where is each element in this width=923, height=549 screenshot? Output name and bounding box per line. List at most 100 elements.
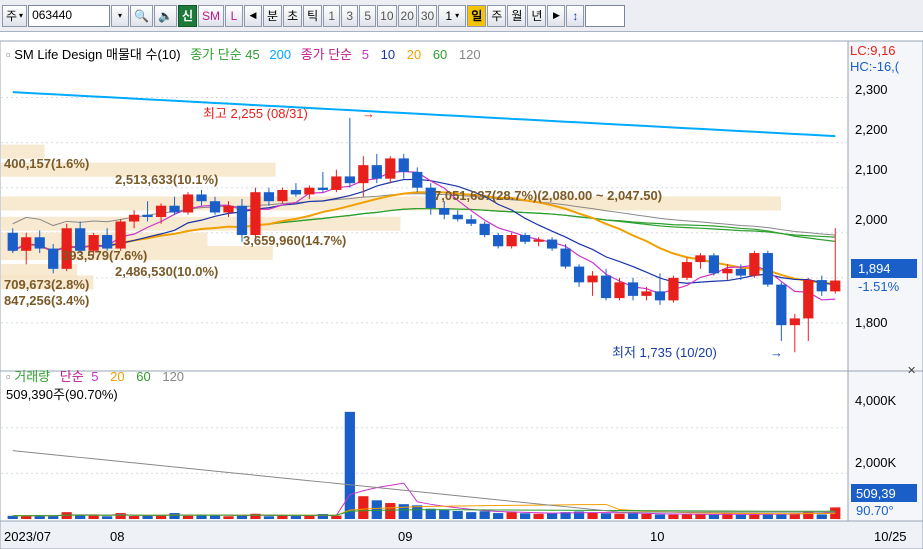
sound-button[interactable]: 🔈	[154, 4, 177, 27]
code-dropdown-button[interactable]: ▾	[111, 4, 130, 27]
volume-bar	[398, 504, 409, 519]
candle-body	[358, 165, 369, 184]
sm-button[interactable]: SM	[198, 4, 225, 27]
price-legend: ▫ SM Life Design 매물대 수(10) 종가 단순 45 200 …	[6, 47, 481, 62]
volume-bar	[816, 514, 827, 519]
extra-input[interactable]	[585, 4, 626, 27]
volume-bar	[425, 508, 436, 519]
search-icon: 🔍	[134, 8, 150, 23]
legend-ma45: 종가 단순 45	[190, 47, 260, 62]
vol-y-tick: 2,000K	[855, 455, 897, 470]
volume-bar	[735, 514, 746, 519]
candle-body	[789, 318, 800, 326]
candle-body	[816, 280, 827, 292]
stock-chart[interactable]: ▫ SM Life Design 매물대 수(10) 종가 단순 45 200 …	[0, 33, 923, 549]
current-volume: 509,39	[856, 486, 896, 501]
candle-body	[398, 158, 409, 172]
vp-label: 2,513,633(10.1%)	[115, 172, 218, 187]
search-button[interactable]: 🔍	[130, 4, 154, 27]
year-button[interactable]: 년	[527, 4, 547, 27]
volume-bar	[546, 513, 558, 519]
candle-body	[749, 253, 760, 276]
volume-bar	[48, 516, 59, 519]
candle-body	[34, 237, 45, 249]
candle-body	[735, 268, 746, 276]
volume-bar	[439, 509, 450, 519]
y-tick: 2,000	[855, 212, 888, 227]
volume-bar	[506, 512, 517, 519]
l-button[interactable]: L	[225, 4, 244, 27]
interval-30-button[interactable]: 30	[417, 4, 438, 27]
period-label: 주	[6, 9, 18, 23]
vp-label: 709,673(2.8%)	[4, 277, 89, 292]
stock-code-input[interactable]: 063440	[28, 4, 111, 27]
corner-lc: LC:9,16	[850, 43, 896, 58]
close-panel-icon[interactable]: ✕	[907, 365, 916, 377]
candle-body	[614, 282, 625, 299]
candle-body	[573, 266, 585, 283]
candle-body	[560, 248, 571, 267]
next-button[interactable]: ▶	[547, 4, 566, 27]
interval-10-button[interactable]: 10	[377, 4, 397, 27]
candle-body	[371, 165, 382, 179]
candle-body	[209, 201, 221, 213]
legend-ma200: 200	[269, 47, 291, 62]
candle-body	[412, 171, 423, 188]
legend-vol-ma-label: 단순	[60, 369, 84, 384]
volume-bar	[371, 500, 382, 519]
updown-arrow-icon: ↕	[572, 8, 579, 23]
candle-body	[439, 207, 450, 215]
legend-ma5: 5	[362, 47, 369, 62]
legend-square-icon: ▫	[6, 369, 14, 384]
candle-body	[250, 192, 261, 236]
period-select[interactable]: 주 ▾	[2, 4, 28, 27]
count-select[interactable]: 1 ▾	[438, 4, 467, 27]
volume-bar	[169, 513, 180, 519]
candle-body	[546, 239, 558, 249]
legend-ma-label: 종가 단순	[301, 47, 352, 62]
volume-bar	[223, 516, 234, 519]
current-price: 1,894	[858, 261, 891, 276]
y-tick: 2,300	[855, 82, 888, 97]
week-button[interactable]: 주	[487, 4, 507, 27]
updown-button[interactable]: ↕	[566, 4, 585, 27]
volume-bar	[331, 515, 342, 519]
interval-1-button[interactable]: 1	[323, 4, 341, 27]
tick-button[interactable]: 틱	[303, 4, 323, 27]
day-button[interactable]: 일	[467, 4, 487, 27]
vol-y-tick: 4,000K	[855, 393, 897, 408]
volume-bar	[668, 514, 679, 519]
legend-volume: 거래량	[14, 369, 50, 384]
candle-body	[331, 176, 342, 190]
current-volume-pct: 90.70°	[856, 503, 894, 518]
sin-button[interactable]: 신	[177, 4, 198, 27]
candle-body	[236, 205, 248, 236]
chevron-down-icon: ▾	[455, 11, 460, 20]
interval-20-button[interactable]: 20	[397, 4, 417, 27]
interval-3-button[interactable]: 3	[341, 4, 359, 27]
candle-body	[654, 291, 666, 301]
candle-body	[708, 255, 720, 274]
vp-label: 400,157(1.6%)	[4, 156, 89, 171]
minute-button[interactable]: 분	[263, 4, 283, 27]
candle-body	[600, 275, 612, 299]
toolbar: 주 ▾ 063440 ▾ 🔍 🔈 신 SM L ◀ 분 초 틱 1 3 5 10 …	[0, 0, 923, 32]
month-button[interactable]: 월	[507, 4, 527, 27]
legend-square-icon: ▫	[6, 47, 14, 62]
candle-body	[762, 253, 773, 285]
volume-bar	[520, 513, 531, 519]
current-change: -1.51%	[858, 279, 900, 294]
prev-button[interactable]: ◀	[244, 4, 263, 27]
candle-body	[695, 255, 706, 263]
candle-body	[344, 176, 355, 184]
volume-bar	[466, 512, 477, 519]
volume-bar	[776, 514, 787, 519]
triangle-left-icon: ◀	[249, 10, 257, 20]
second-button[interactable]: 초	[283, 4, 303, 27]
candle-body	[196, 194, 207, 202]
candle-body	[668, 277, 679, 301]
candle-body	[506, 235, 517, 247]
volume-bar	[263, 516, 275, 519]
interval-5-button[interactable]: 5	[359, 4, 377, 27]
candle-body	[533, 239, 544, 242]
